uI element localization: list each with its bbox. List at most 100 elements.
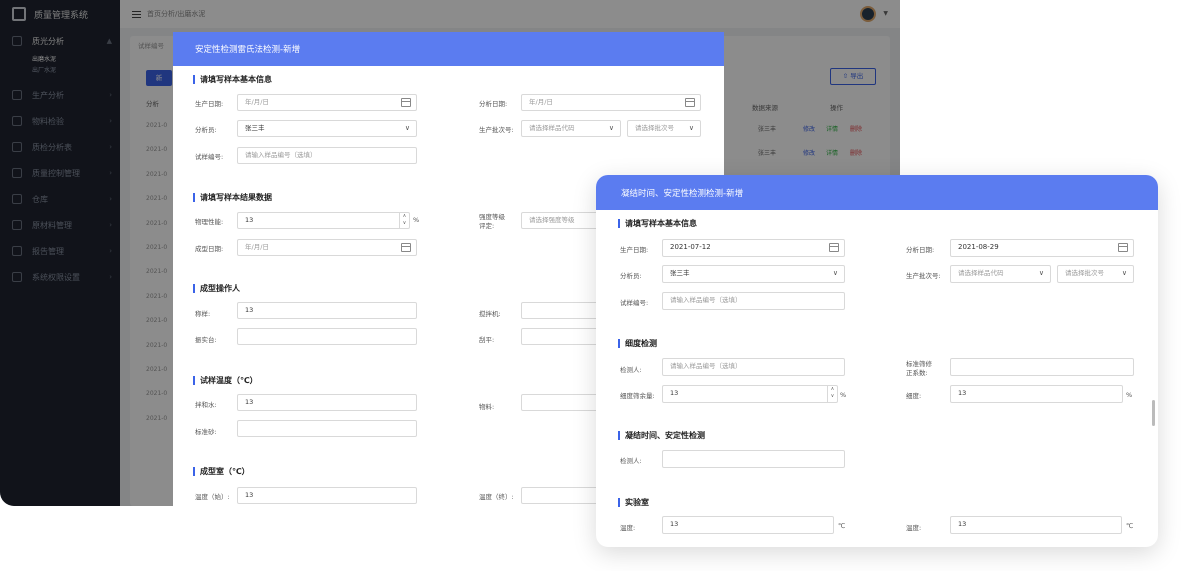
section-basic-info: 请填写样本基本信息 bbox=[618, 219, 697, 228]
strength-placeholder: 请选择强度等级 bbox=[529, 216, 575, 224]
prod-date-label: 生产日期: bbox=[620, 246, 649, 254]
scrape-label: 刮平: bbox=[479, 336, 495, 344]
fineness-value: 13 bbox=[958, 389, 967, 397]
section-basic-info: 请填写样本基本信息 bbox=[193, 75, 272, 84]
analysis-date-input[interactable]: 2021-08-29 bbox=[950, 239, 1134, 257]
residue-value: 13 bbox=[670, 389, 679, 397]
strength-label-2: 评定: bbox=[479, 222, 495, 230]
sample-no-label: 试样编号: bbox=[620, 299, 649, 307]
temp-label: 温度: bbox=[620, 524, 636, 532]
sample-no-input[interactable]: 请输入样品编号（选填） bbox=[662, 292, 845, 310]
calendar-icon bbox=[1118, 243, 1128, 252]
sample-code-select[interactable]: 请选择样品代码 ∨ bbox=[521, 120, 621, 137]
weigh-label: 称样: bbox=[195, 310, 211, 318]
section-sample-temp: 试样温度（℃） bbox=[193, 376, 258, 385]
residue-unit: % bbox=[840, 391, 847, 399]
mold-date-label: 成型日期: bbox=[195, 245, 224, 253]
sample-no-placeholder: 请输入样品编号（选填） bbox=[670, 296, 742, 304]
inspector-label: 检测人: bbox=[620, 366, 642, 374]
batch-no-select[interactable]: 请选择批次号 ∨ bbox=[627, 120, 701, 137]
section-molding-room: 成型室（℃） bbox=[193, 467, 250, 476]
chevron-down-icon: ∨ bbox=[1038, 269, 1044, 277]
section-result: 请填写样本结果数据 bbox=[193, 193, 272, 202]
section-fineness: 细度检测 bbox=[618, 339, 657, 348]
inspector-input[interactable]: 请输入样品编号（选填） bbox=[662, 358, 845, 376]
prod-date-input[interactable]: 年/月/日 bbox=[237, 94, 417, 111]
batch-no-placeholder: 请选择批次号 bbox=[1065, 269, 1104, 277]
chevron-down-icon: ∨ bbox=[608, 124, 614, 132]
section-operator: 成型操作人 bbox=[193, 284, 240, 293]
fineness-unit: % bbox=[1126, 391, 1133, 399]
sand-label: 标准砂: bbox=[195, 428, 217, 436]
prod-date-value: 2021-07-12 bbox=[670, 243, 711, 251]
sample-no-placeholder: 请输入样品编号（选填） bbox=[245, 151, 317, 159]
sample-code-placeholder: 请选择样品代码 bbox=[529, 124, 575, 132]
fineness-label: 细度: bbox=[906, 392, 922, 400]
batch-no-placeholder: 请选择批次号 bbox=[635, 124, 674, 132]
analyst-value: 张三丰 bbox=[245, 124, 265, 132]
section-setting-time: 凝结时间、安定性检测 bbox=[618, 431, 705, 440]
mold-date-placeholder: 年/月/日 bbox=[245, 243, 269, 251]
batch-no-select[interactable]: 请选择批次号 ∨ bbox=[1057, 265, 1134, 283]
temp-start-input[interactable]: 13 bbox=[237, 487, 417, 504]
temp-start-value: 13 bbox=[245, 491, 254, 499]
fineness-input[interactable]: 13 bbox=[950, 385, 1123, 403]
analysis-date-label: 分析日期: bbox=[906, 246, 935, 254]
temp-unit: ℃ bbox=[838, 522, 846, 530]
water-value: 13 bbox=[245, 398, 254, 406]
prod-date-input[interactable]: 2021-07-12 bbox=[662, 239, 845, 257]
stepper-icon[interactable]: ∧ ∨ bbox=[827, 386, 837, 402]
sample-no-label: 试样编号: bbox=[195, 153, 224, 161]
chevron-down-icon: ∨ bbox=[1121, 269, 1127, 277]
sand-input[interactable] bbox=[237, 420, 417, 437]
mixer-label: 搅拌机: bbox=[479, 310, 501, 318]
water-input[interactable]: 13 bbox=[237, 394, 417, 411]
analysis-date-placeholder: 年/月/日 bbox=[529, 98, 553, 106]
inspector2-input[interactable] bbox=[662, 450, 845, 468]
calendar-icon bbox=[401, 243, 411, 252]
analysis-date-input[interactable]: 年/月/日 bbox=[521, 94, 701, 111]
batch-label: 生产批次号: bbox=[906, 272, 941, 280]
temp-input[interactable]: 13 bbox=[662, 516, 834, 534]
material-label: 物料: bbox=[479, 403, 495, 411]
mold-date-input[interactable]: 年/月/日 bbox=[237, 239, 417, 256]
modal-setting-time-test: 凝结时间、安定性检测检测-新增 请填写样本基本信息 生产日期: 2021-07-… bbox=[596, 175, 1158, 547]
sample-code-select[interactable]: 请选择样品代码 ∨ bbox=[950, 265, 1051, 283]
temp2-unit: ℃ bbox=[1126, 522, 1134, 530]
analysis-date-value: 2021-08-29 bbox=[958, 243, 999, 251]
analysis-date-label: 分析日期: bbox=[479, 100, 508, 108]
vibe-input[interactable] bbox=[237, 328, 417, 345]
analyst-label: 分析员: bbox=[620, 272, 642, 280]
analyst-select[interactable]: 张三丰 ∨ bbox=[662, 265, 845, 283]
vibe-label: 振实台: bbox=[195, 336, 217, 344]
calendar-icon bbox=[401, 98, 411, 107]
weigh-value: 13 bbox=[245, 306, 254, 314]
scrollbar[interactable] bbox=[1152, 400, 1155, 426]
analyst-value: 张三丰 bbox=[670, 269, 690, 277]
inspector2-label: 检测人: bbox=[620, 457, 642, 465]
temp2-input[interactable]: 13 bbox=[950, 516, 1122, 534]
phys-input[interactable]: 13 ∧ ∨ bbox=[237, 212, 410, 229]
chevron-down-icon: ∨ bbox=[404, 124, 410, 132]
chevron-down-icon: ∨ bbox=[832, 269, 838, 277]
weigh-input[interactable]: 13 bbox=[237, 302, 417, 319]
temp-end-label: 温度（终）: bbox=[479, 493, 514, 501]
water-label: 拌和水: bbox=[195, 401, 217, 409]
phys-value: 13 bbox=[245, 216, 254, 224]
section-lab: 实验室 bbox=[618, 498, 649, 507]
analyst-select[interactable]: 张三丰 ∨ bbox=[237, 120, 417, 137]
modal-title: 凝结时间、安定性检测检测-新增 bbox=[596, 175, 1158, 210]
sieve-label-2: 正系数: bbox=[906, 369, 928, 377]
phys-label: 物理性能: bbox=[195, 218, 224, 226]
temp-start-label: 温度（始）: bbox=[195, 493, 230, 501]
prod-date-placeholder: 年/月/日 bbox=[245, 98, 269, 106]
residue-input[interactable]: 13 ∧ ∨ bbox=[662, 385, 838, 403]
temp2-value: 13 bbox=[958, 520, 967, 528]
sample-no-input[interactable]: 请输入样品编号（选填） bbox=[237, 147, 417, 164]
sample-code-placeholder: 请选择样品代码 bbox=[958, 269, 1004, 277]
stepper-icon[interactable]: ∧ ∨ bbox=[399, 213, 409, 228]
analyst-label: 分析员: bbox=[195, 126, 217, 134]
sieve-coef-input[interactable] bbox=[950, 358, 1134, 376]
batch-label: 生产批次号: bbox=[479, 126, 514, 134]
inspector-placeholder: 请输入样品编号（选填） bbox=[670, 362, 742, 370]
